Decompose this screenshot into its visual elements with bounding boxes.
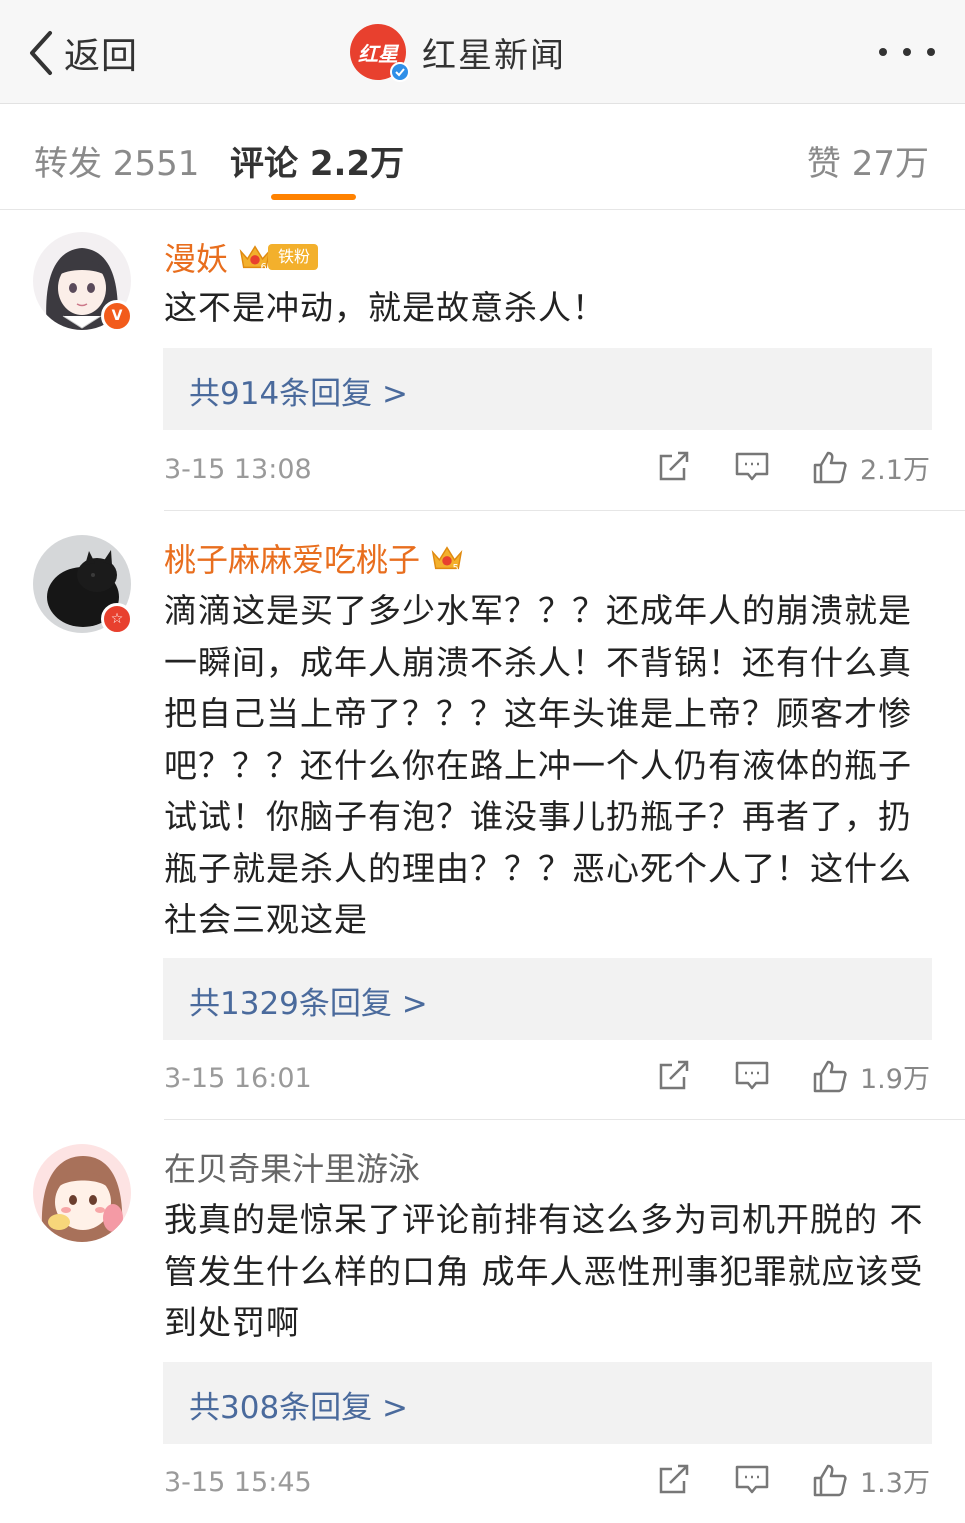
- username-row: 在贝奇果汁里游泳: [164, 1144, 420, 1190]
- avatar[interactable]: ☆: [33, 535, 133, 635]
- like-button[interactable]: 2.1万: [812, 448, 930, 487]
- comment-meta: 3-15 15:45 1.3万: [164, 1459, 932, 1509]
- fan-tag: 铁粉: [268, 244, 319, 270]
- comment-text: 这不是冲动，就是故意杀人！: [164, 288, 606, 327]
- timestamp: 3-15 16:01: [164, 1063, 312, 1094]
- reply-button[interactable]: [734, 1461, 770, 1497]
- avatar[interactable]: [33, 1144, 131, 1242]
- repost-button[interactable]: [656, 448, 692, 484]
- tab-comments[interactable]: 评论 2.2万: [230, 136, 404, 185]
- username[interactable]: 桃子麻麻爱吃桃子: [164, 535, 420, 581]
- active-tab-indicator: [271, 194, 356, 200]
- username[interactable]: 在贝奇果汁里游泳: [164, 1144, 420, 1190]
- more-dots-icon: [903, 48, 911, 56]
- back-label: 返回: [64, 36, 139, 77]
- tab-bar: 转发 2551 评论 2.2万 赞 27万: [0, 104, 965, 210]
- account-logo: 红星: [350, 24, 410, 82]
- logo-text: 红星: [358, 41, 398, 66]
- avatar-member-badge: ☆: [101, 603, 133, 635]
- view-replies-button[interactable]: 共308条回复 >: [163, 1362, 932, 1444]
- comment-meta: 3-15 16:01 1.9万: [164, 1055, 932, 1105]
- username-row: 桃子麻麻爱吃桃子 5: [164, 535, 464, 581]
- svg-text:6: 6: [261, 262, 267, 273]
- repost-icon: [659, 451, 689, 481]
- comment-item: ☆ 桃子麻麻爱吃桃子 5 滴滴这是买了多少水军？？？还成年人的崩溃就是一瞬间，成…: [0, 511, 965, 1119]
- username[interactable]: 漫妖: [164, 234, 228, 280]
- verified-check-icon: [390, 62, 410, 82]
- thumbs-up-icon: [813, 1060, 847, 1092]
- avatar[interactable]: V: [33, 232, 133, 332]
- like-button[interactable]: 1.9万: [812, 1057, 930, 1096]
- comment-item: V 漫妖 6 铁粉 这不是冲动，就是故意杀人！ 共914条回复 > 3-15 1…: [0, 210, 965, 510]
- svg-text:5: 5: [453, 563, 459, 574]
- more-dots-icon: [879, 48, 887, 56]
- top-nav-bar: 返回 红星 红星新闻: [0, 0, 965, 104]
- tab-repost[interactable]: 转发 2551: [34, 136, 199, 185]
- username-row: 漫妖 6 铁粉: [164, 234, 319, 280]
- replies-label: 共914条回复 >: [189, 376, 408, 412]
- comment-icon: [735, 1061, 769, 1090]
- avatar-verified-badge: V: [101, 300, 133, 332]
- reply-button[interactable]: [734, 1057, 770, 1093]
- view-replies-button[interactable]: 共914条回复 >: [163, 348, 932, 430]
- timestamp: 3-15 13:08: [164, 454, 312, 485]
- view-replies-button[interactable]: 共1329条回复 >: [163, 958, 932, 1040]
- repost-button[interactable]: [656, 1057, 692, 1093]
- thumbs-up-icon: [813, 451, 847, 483]
- more-options-button[interactable]: [879, 38, 935, 66]
- crown-icon: 6: [238, 241, 272, 273]
- timestamp: 3-15 15:45: [164, 1467, 312, 1498]
- comment-meta: 3-15 13:08 2.1万: [164, 446, 932, 496]
- replies-label: 共308条回复 >: [189, 1390, 408, 1426]
- repost-icon: [659, 1060, 689, 1090]
- like-count: 2.1万: [860, 455, 930, 486]
- comment-icon: [735, 452, 769, 481]
- more-dots-icon: [927, 48, 935, 56]
- comment-text: 滴滴这是买了多少水军？？？还成年人的崩溃就是一瞬间，成年人崩溃不杀人！不背锅！还…: [164, 591, 912, 939]
- chevron-left-icon: [30, 31, 52, 75]
- like-count: 1.3万: [860, 1468, 930, 1499]
- avatar-image: [33, 1144, 131, 1242]
- like-count: 1.9万: [860, 1064, 930, 1095]
- thumbs-up-icon: [813, 1464, 847, 1496]
- comment-icon: [735, 1465, 769, 1494]
- comment-item: 在贝奇果汁里游泳 我真的是惊呆了评论前排有这么多为司机开脱的 不管发生什么样的口…: [0, 1120, 965, 1523]
- repost-icon: [659, 1464, 689, 1494]
- comment-text: 我真的是惊呆了评论前排有这么多为司机开脱的 不管发生什么样的口角 成年人恶性刑事…: [164, 1200, 924, 1342]
- crown-icon: 5: [430, 542, 464, 574]
- reply-button[interactable]: [734, 448, 770, 484]
- back-button[interactable]: 返回: [26, 26, 138, 80]
- account-name: 红星新闻: [422, 35, 566, 76]
- replies-label: 共1329条回复 >: [189, 986, 428, 1022]
- tab-likes[interactable]: 赞 27万: [807, 136, 929, 185]
- like-button[interactable]: 1.3万: [812, 1461, 930, 1500]
- account-header[interactable]: 红星 红星新闻: [350, 22, 566, 82]
- repost-button[interactable]: [656, 1461, 692, 1497]
